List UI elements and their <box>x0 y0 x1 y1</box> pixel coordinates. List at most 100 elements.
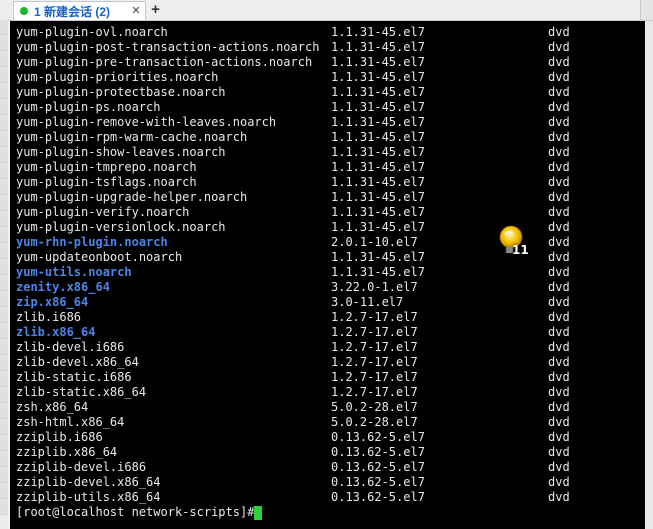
package-version: 0.13.62-5.el7 <box>331 430 425 444</box>
terminal-output[interactable]: yum-plugin-ovl.noarch 1.1.31-45.el7 dvd yum… <box>10 21 645 529</box>
package-version: 1.2.7-17.el7 <box>331 370 418 384</box>
package-version: 1.1.31-45.el7 <box>331 205 425 219</box>
package-version: 0.13.62-5.el7 <box>331 460 425 474</box>
package-repo: dvd <box>548 370 570 384</box>
package-repo: dvd <box>548 40 570 54</box>
package-name: zsh-html.x86_64 <box>16 415 125 429</box>
package-name: yum-utils.noarch <box>16 265 132 279</box>
package-version: 1.1.31-45.el7 <box>331 85 425 99</box>
package-name: yum-plugin-pre-transaction-actions.noarc… <box>16 55 313 69</box>
package-version: 1.1.31-45.el7 <box>331 175 425 189</box>
notification-bulb-icon[interactable]: 11 <box>496 225 529 257</box>
package-repo: dvd <box>548 205 570 219</box>
package-name: yum-plugin-show-leaves.noarch <box>16 145 226 159</box>
package-version: 1.2.7-17.el7 <box>331 325 418 339</box>
package-version: 1.1.31-45.el7 <box>331 145 425 159</box>
terminal-scrollbar[interactable] <box>646 21 653 529</box>
package-version: 5.0.2-28.el7 <box>331 400 418 414</box>
package-version: 1.1.31-45.el7 <box>331 190 425 204</box>
package-version: 1.2.7-17.el7 <box>331 355 418 369</box>
package-name: yum-rhn-plugin.noarch <box>16 235 168 249</box>
package-name: yum-plugin-ps.noarch <box>16 100 161 114</box>
package-name: yum-plugin-post-transaction-actions.noar… <box>16 40 320 54</box>
package-version: 2.0.1-10.el7 <box>331 235 418 249</box>
package-repo: dvd <box>548 280 570 294</box>
package-version: 1.1.31-45.el7 <box>331 265 425 279</box>
package-version: 1.1.31-45.el7 <box>331 55 425 69</box>
notification-count: 11 <box>512 243 529 257</box>
package-repo: dvd <box>548 310 570 324</box>
package-name: zip.x86_64 <box>16 295 89 309</box>
package-repo: dvd <box>548 430 570 444</box>
package-repo: dvd <box>548 355 570 369</box>
package-repo: dvd <box>548 445 570 459</box>
package-version: 1.1.31-45.el7 <box>331 220 425 234</box>
package-version: 0.13.62-5.el7 <box>331 490 425 504</box>
session-tab-bar: 1 新建会话 (2) ✕ + <box>0 0 653 21</box>
package-name: zlib-static.i686 <box>16 370 132 384</box>
package-name: yum-plugin-tmprepo.noarch <box>16 160 197 174</box>
package-version: 1.1.31-45.el7 <box>331 250 425 264</box>
package-name: zziplib-devel.x86_64 <box>16 475 161 489</box>
package-name: zlib-devel.x86_64 <box>16 355 139 369</box>
package-version: 3.22.0-1.el7 <box>331 280 418 294</box>
package-name: yum-plugin-tsflags.noarch <box>16 175 197 189</box>
package-name: zziplib.i686 <box>16 430 103 444</box>
package-name: yum-plugin-remove-with-leaves.noarch <box>16 115 277 129</box>
package-repo: dvd <box>548 85 570 99</box>
package-repo: dvd <box>548 25 570 39</box>
package-name: yum-plugin-upgrade-helper.noarch <box>16 190 248 204</box>
close-tab-icon[interactable]: ✕ <box>130 5 142 17</box>
package-repo: dvd <box>548 175 570 189</box>
package-repo: dvd <box>548 340 570 354</box>
package-name: zlib.x86_64 <box>16 325 96 339</box>
left-panel-strip <box>0 20 8 529</box>
package-version: 1.1.31-45.el7 <box>331 40 425 54</box>
package-name: yum-plugin-verify.noarch <box>16 205 190 219</box>
package-repo: dvd <box>548 220 570 234</box>
package-version: 1.1.31-45.el7 <box>331 115 425 129</box>
package-repo: dvd <box>548 55 570 69</box>
package-version: 1.1.31-45.el7 <box>331 100 425 114</box>
package-repo: dvd <box>548 235 570 249</box>
package-repo: dvd <box>548 460 570 474</box>
package-name: yum-plugin-rpm-warm-cache.noarch <box>16 130 248 144</box>
package-repo: dvd <box>548 325 570 339</box>
package-repo: dvd <box>548 250 570 264</box>
package-name: yum-plugin-versionlock.noarch <box>16 220 226 234</box>
package-version: 0.13.62-5.el7 <box>331 445 425 459</box>
package-name: zlib.i686 <box>16 310 82 324</box>
new-tab-button[interactable]: + <box>147 1 164 19</box>
session-tab-title: 1 新建会话 (2) <box>34 4 111 19</box>
package-name: yum-updateonboot.noarch <box>16 250 183 264</box>
package-repo: dvd <box>548 160 570 174</box>
package-repo: dvd <box>548 490 570 504</box>
package-name: zsh.x86_64 <box>16 400 89 414</box>
session-tab[interactable]: 1 新建会话 (2) ✕ <box>13 1 146 20</box>
package-version: 1.1.31-45.el7 <box>331 160 425 174</box>
tab-scroll-button[interactable] <box>640 0 653 20</box>
package-version: 1.2.7-17.el7 <box>331 340 418 354</box>
package-name: zlib-static.x86_64 <box>16 385 147 399</box>
package-version: 1.2.7-17.el7 <box>331 385 418 399</box>
shell-prompt: [root@localhost network-scripts]# <box>16 505 262 519</box>
package-version: 1.2.7-17.el7 <box>331 310 418 324</box>
package-name: yum-plugin-ovl.noarch <box>16 25 168 39</box>
terminal-cursor <box>254 506 262 520</box>
package-name: zziplib-devel.i686 <box>16 460 147 474</box>
package-repo: dvd <box>548 385 570 399</box>
package-repo: dvd <box>548 295 570 309</box>
package-repo: dvd <box>548 190 570 204</box>
package-repo: dvd <box>548 145 570 159</box>
package-version: 1.1.31-45.el7 <box>331 70 425 84</box>
package-repo: dvd <box>548 415 570 429</box>
package-repo: dvd <box>548 115 570 129</box>
package-version: 5.0.2-28.el7 <box>331 415 418 429</box>
package-repo: dvd <box>548 70 570 84</box>
package-name: zenity.x86_64 <box>16 280 110 294</box>
connected-status-icon <box>20 7 28 15</box>
package-version: 1.1.31-45.el7 <box>331 25 425 39</box>
package-repo: dvd <box>548 400 570 414</box>
package-name: zziplib-utils.x86_64 <box>16 490 161 504</box>
package-version: 1.1.31-45.el7 <box>331 130 425 144</box>
